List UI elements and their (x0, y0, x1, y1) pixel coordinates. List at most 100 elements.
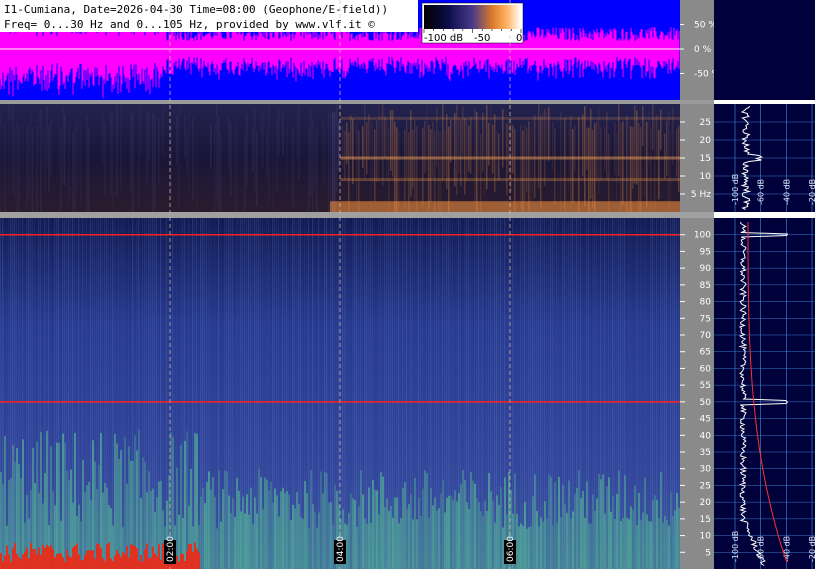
full-streak (198, 218, 199, 569)
low-streak (574, 126, 576, 173)
full-green (486, 511, 488, 569)
full-green (102, 492, 104, 569)
full-green (2, 484, 4, 569)
low-streak (218, 116, 220, 211)
low-streak (512, 125, 514, 174)
full-streak (428, 218, 430, 569)
full-red (148, 558, 150, 569)
full-green (400, 518, 402, 569)
full-green (516, 513, 518, 569)
full-green (118, 459, 120, 569)
full-green (542, 521, 544, 569)
full-tick-label: 100 (694, 231, 711, 241)
low-streak (374, 129, 376, 202)
full-green (272, 502, 274, 569)
low-streak (42, 126, 44, 168)
full-green (4, 436, 6, 569)
full-tick-label: 80 (700, 298, 712, 308)
full-green (10, 478, 12, 569)
full-red (102, 558, 104, 569)
full-streak (518, 218, 520, 569)
full-green (246, 494, 248, 569)
full-green (558, 476, 560, 569)
full-green (120, 450, 122, 569)
low-streak (344, 130, 346, 180)
full-green (466, 502, 468, 569)
full-red (80, 560, 82, 569)
low-streak (652, 104, 654, 151)
low-streak (8, 104, 10, 195)
low-streak (482, 112, 484, 172)
low-tick-label: 15 (700, 154, 711, 164)
full-green (578, 470, 580, 569)
full-green (372, 479, 374, 569)
full-streak (398, 218, 400, 569)
low-streak (16, 121, 18, 220)
full-green (534, 474, 536, 569)
full-green (462, 469, 464, 569)
full-green (604, 513, 606, 569)
full-green (596, 498, 598, 569)
full-green (56, 442, 58, 569)
full-streak (122, 218, 124, 569)
full-green (582, 490, 584, 569)
full-streak (60, 218, 61, 569)
full-green (212, 477, 214, 569)
low-streak (432, 121, 434, 178)
low-streak (544, 109, 546, 187)
full-green (586, 481, 588, 569)
full-red (196, 548, 198, 569)
full-red (68, 555, 70, 569)
full-tick-label: 60 (700, 364, 712, 374)
low-streak (628, 120, 630, 214)
full-red (90, 550, 92, 569)
full-green (450, 496, 452, 569)
full-streak (640, 218, 642, 569)
low-streak (32, 127, 34, 222)
low-streak (116, 104, 118, 198)
low-streak (382, 104, 384, 186)
full-red (18, 557, 20, 569)
full-green (676, 492, 678, 569)
full-red (142, 561, 144, 569)
full-green (160, 480, 162, 569)
full-red (12, 548, 14, 569)
full-streak (650, 218, 652, 569)
full-red (158, 544, 160, 569)
full-green (418, 497, 420, 569)
low-streak (184, 114, 186, 158)
full-green (622, 517, 624, 569)
full-green (230, 513, 232, 569)
full-red (48, 546, 50, 569)
full-green (644, 477, 646, 569)
full-red (72, 547, 74, 569)
full-red (28, 558, 30, 569)
low-streak (342, 125, 344, 169)
full-green (464, 480, 466, 569)
full-green (656, 499, 658, 569)
full-green (496, 495, 498, 569)
full-green (390, 505, 392, 569)
full-tick-label: 55 (700, 381, 711, 391)
low-streak (188, 111, 190, 191)
low-streak (584, 106, 586, 207)
full-red (150, 557, 152, 569)
full-streak (174, 218, 175, 569)
full-green (206, 482, 208, 569)
full-green (414, 477, 416, 569)
full-red (108, 542, 110, 569)
full-tick-label: 30 (700, 465, 712, 475)
full-red (160, 559, 162, 569)
low-streak (656, 115, 658, 160)
full-green (672, 516, 674, 569)
full-green (592, 494, 594, 569)
low-streak (552, 122, 554, 170)
low-streak (46, 106, 48, 167)
low-streak (594, 123, 596, 213)
low-streak (578, 117, 580, 216)
full-red (176, 555, 178, 569)
full-streak (344, 218, 346, 569)
full-green (492, 500, 494, 569)
full-red (110, 558, 112, 569)
full-green (568, 480, 570, 569)
